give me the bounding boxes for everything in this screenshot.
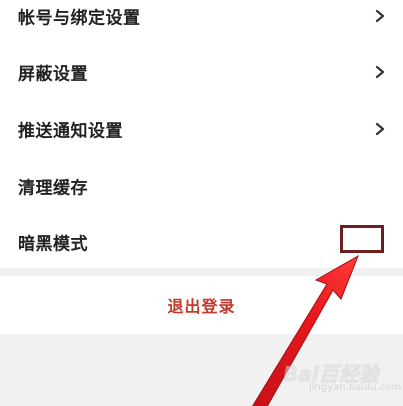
- logout-label: 退出登录: [167, 297, 236, 316]
- settings-item-label: 帐号与绑定设置: [18, 8, 141, 29]
- settings-item-account-binding[interactable]: 帐号与绑定设置: [0, 0, 403, 44]
- settings-item-clear-cache[interactable]: 清理缓存: [0, 158, 403, 214]
- watermark: Bai百经验 jingyan.baidu.com: [283, 358, 401, 396]
- chevron-right-icon: [375, 9, 385, 23]
- settings-item-label: 推送通知设置: [18, 121, 123, 142]
- settings-list: 帐号与绑定设置 屏蔽设置 推送通知设置 清理缓存 暗黑模式: [0, 0, 403, 268]
- settings-item-label: 暗黑模式: [18, 234, 88, 255]
- logout-button[interactable]: 退出登录: [0, 276, 403, 334]
- settings-item-block[interactable]: 屏蔽设置: [0, 44, 403, 100]
- settings-item-label: 清理缓存: [18, 178, 88, 199]
- watermark-subtext: jingyan.baidu.com: [309, 382, 402, 393]
- chevron-right-icon: [375, 65, 385, 79]
- highlight-box: [340, 225, 384, 253]
- settings-item-label: 屏蔽设置: [18, 64, 88, 85]
- chevron-right-icon: [375, 122, 385, 136]
- settings-item-push-notification[interactable]: 推送通知设置: [0, 101, 403, 157]
